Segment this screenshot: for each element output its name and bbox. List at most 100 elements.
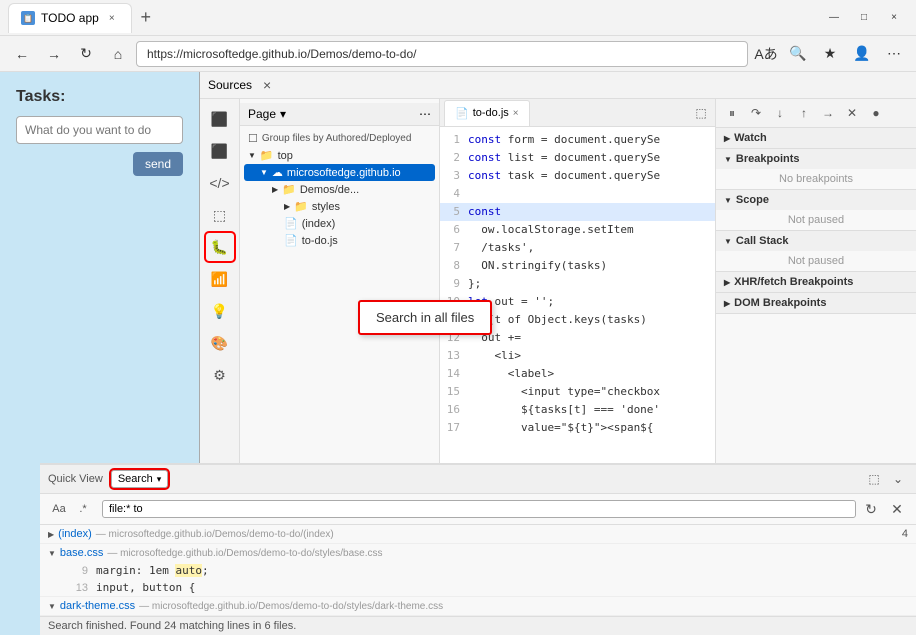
group-files-item[interactable]: ☐ Group files by Authored/Deployed	[244, 130, 435, 147]
callstack-not-paused: Not paused	[716, 251, 916, 271]
cs-arrow-icon: ▼	[724, 237, 732, 246]
page-label: Page	[248, 107, 276, 121]
back-button[interactable]: ←	[8, 40, 36, 68]
search-input[interactable]	[200, 503, 849, 515]
checkbox-icon: ☐	[248, 132, 258, 145]
xhr-label: XHR/fetch Breakpoints	[734, 276, 853, 288]
new-tab-button[interactable]: +	[132, 4, 160, 32]
result-line[interactable]: 13 input, button {	[200, 579, 916, 596]
step-icon[interactable]: →	[818, 103, 838, 123]
step-into-icon[interactable]: ↓	[770, 103, 790, 123]
breakpoints-section: ▼ Breakpoints No breakpoints	[716, 149, 916, 190]
wifi-icon[interactable]: 📶	[206, 265, 234, 293]
bp-arrow-icon: ▼	[724, 155, 732, 164]
breakpoints-label: Breakpoints	[736, 153, 800, 165]
zoom-icon[interactable]: 🔍	[784, 40, 812, 68]
maximize-button[interactable]: □	[850, 8, 878, 28]
tab-close-button[interactable]: ×	[105, 11, 119, 25]
expand-icon[interactable]: ⌄	[888, 469, 908, 489]
dock-icon[interactable]: ⬚	[864, 469, 884, 489]
devtools-close-button[interactable]: ×	[258, 76, 276, 94]
active-tab[interactable]: 📋 TODO app ×	[8, 3, 132, 33]
task-input[interactable]	[16, 116, 183, 144]
editor-tab-close-button[interactable]: ×	[513, 108, 519, 119]
code-line: 4	[440, 185, 715, 203]
favorite-icon[interactable]: ★	[816, 40, 844, 68]
translate-icon[interactable]: Aあ	[752, 40, 780, 68]
dock-icon[interactable]: ⬚	[691, 103, 711, 123]
main-content: Tasks: send Sources × ⬛ ⬛ </> ⬚ 🐛 📶 💡 🎨 …	[0, 72, 916, 635]
result-group-darktheme: ▼ dark-theme.css — microsoftedge.github.…	[200, 597, 916, 616]
status-bar: Search finished. Found 24 matching lines…	[200, 616, 916, 635]
arrow-icon: ▼	[248, 151, 256, 160]
lightbulb-icon[interactable]: 💡	[206, 297, 234, 325]
cloud-icon: ☁	[272, 166, 283, 179]
code-line: 15 <input type="checkbox	[440, 383, 715, 401]
arrow-icon: ▼	[260, 168, 268, 177]
pause-icon[interactable]: ⏸	[722, 103, 742, 123]
demos-label: Demos/de...	[300, 184, 359, 196]
devtools-panel: Sources × ⬛ ⬛ </> ⬚ 🐛 📶 💡 🎨 ⚙ 📄 + ? ⋯	[200, 72, 916, 635]
address-icons: Aあ 🔍 ★ 👤 ⋯	[752, 40, 908, 68]
index-file[interactable]: 📄 (index)	[244, 215, 435, 232]
code-line: 6 ow.localStorage.setItem	[440, 221, 715, 239]
search-bar: Aa .* ↻ ✕	[200, 494, 916, 525]
result-header-darktheme[interactable]: ▼ dark-theme.css — microsoftedge.github.…	[200, 597, 916, 615]
network-icon[interactable]: ⬚	[206, 201, 234, 229]
file-icon: 📄	[284, 217, 298, 230]
callstack-label: Call Stack	[736, 235, 789, 247]
result-header-basecss[interactable]: ▼ base.css — microsoftedge.github.io/Dem…	[200, 544, 916, 562]
scope-not-paused: Not paused	[716, 210, 916, 230]
page-dropdown-arrow[interactable]: ▾	[280, 107, 286, 121]
search-popup: Search in all files	[358, 300, 492, 335]
file-tree-header: Page ▾ ⋯	[240, 103, 439, 126]
xhr-arrow-icon: ▶	[724, 278, 730, 287]
clear-search-button[interactable]: ✕	[886, 498, 908, 520]
result-header-index[interactable]: ▶ (index) — microsoftedge.github.io/Demo…	[200, 525, 916, 543]
profile-icon[interactable]: 👤	[848, 40, 876, 68]
origin-folder[interactable]: ▼ ☁ microsoftedge.github.io	[244, 164, 435, 181]
tasks-label: Tasks:	[16, 88, 183, 106]
result-file-path: — microsoftedge.github.io/Demos/demo-to-…	[200, 601, 908, 612]
home-button[interactable]: ⌂	[104, 40, 132, 68]
paint-icon[interactable]: 🎨	[206, 329, 234, 357]
editor-icons: ⬚	[691, 103, 711, 123]
styles-folder[interactable]: ▶ 📁 styles	[244, 198, 435, 215]
address-field[interactable]: https://microsoftedge.github.io/Demos/de…	[136, 41, 748, 67]
bug-icon[interactable]: 🐛	[206, 233, 234, 261]
console-icon[interactable]: ⬛	[206, 137, 234, 165]
editor-tab-todo[interactable]: 📄 to-do.js ×	[444, 100, 530, 126]
step-out-icon[interactable]: ↑	[794, 103, 814, 123]
browser-titlebar: 📋 TODO app × + — □ ×	[0, 0, 916, 36]
todo-label: to-do.js	[302, 235, 338, 247]
arrow-icon: ▶	[284, 202, 290, 211]
minimize-button[interactable]: —	[820, 8, 848, 28]
menu-icon[interactable]: ⋯	[880, 40, 908, 68]
search-results: ▶ (index) — microsoftedge.github.io/Demo…	[200, 525, 916, 616]
demos-folder[interactable]: ▶ 📁 Demos/de...	[244, 181, 435, 198]
settings-icon[interactable]: ⚙	[206, 361, 234, 389]
watch-header[interactable]: ▶ Watch	[716, 128, 916, 148]
deactivate-icon[interactable]: ✕	[842, 103, 862, 123]
dom-header[interactable]: ▶ DOM Breakpoints	[716, 293, 916, 313]
refresh-button[interactable]: ↻	[72, 40, 100, 68]
scope-label: Scope	[736, 194, 769, 206]
scope-header[interactable]: ▼ Scope	[716, 190, 916, 210]
result-line[interactable]: 9 margin: 1em auto;	[200, 562, 916, 579]
xhr-header[interactable]: ▶ XHR/fetch Breakpoints	[716, 272, 916, 292]
page-menu-icon[interactable]: ⋯	[419, 107, 431, 121]
elements-icon[interactable]: ⬛	[206, 105, 234, 133]
top-folder[interactable]: ▼ 📁 top	[244, 147, 435, 164]
record-icon[interactable]: ●	[866, 103, 886, 123]
send-button[interactable]: send	[133, 152, 183, 176]
refresh-search-button[interactable]: ↻	[860, 498, 882, 520]
editor-tab-icon: 📄	[455, 107, 469, 120]
forward-button[interactable]: →	[40, 40, 68, 68]
sources-icon[interactable]: </>	[206, 169, 234, 197]
step-over-icon[interactable]: ↷	[746, 103, 766, 123]
callstack-header[interactable]: ▼ Call Stack	[716, 231, 916, 251]
breakpoints-header[interactable]: ▼ Breakpoints	[716, 149, 916, 169]
search-popup-text: Search in all files	[376, 310, 474, 325]
close-button[interactable]: ×	[880, 8, 908, 28]
todo-file[interactable]: 📄 to-do.js	[244, 232, 435, 249]
